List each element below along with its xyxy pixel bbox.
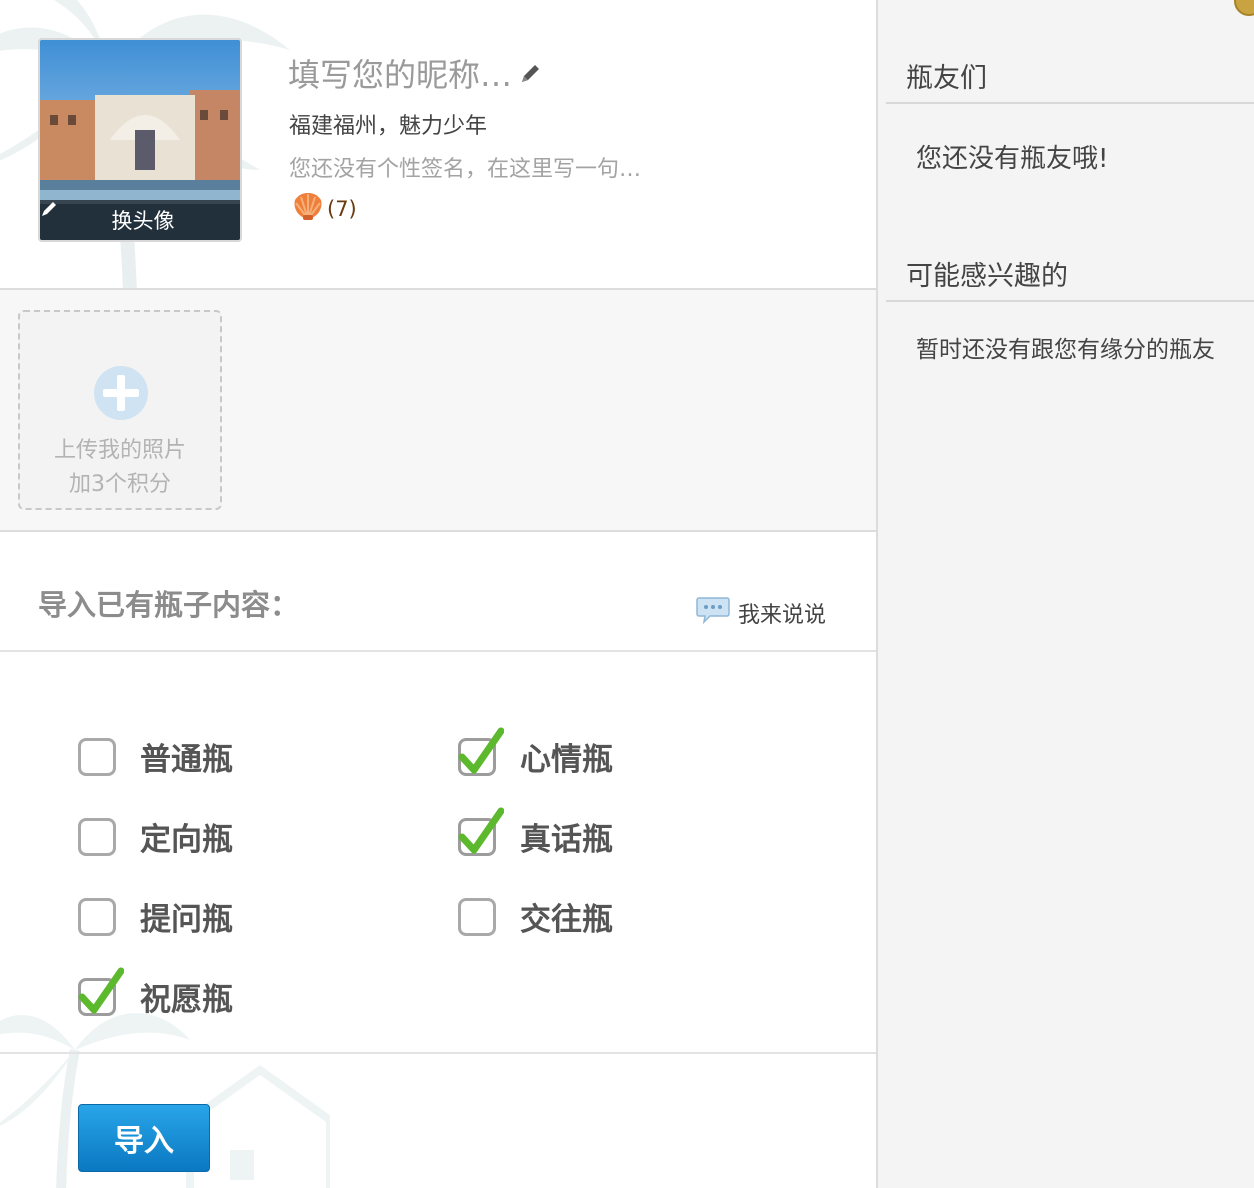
bottle-type-options: 普通瓶 心情瓶 定向瓶 真话瓶 提问瓶 交往瓶 祝愿瓶	[0, 652, 876, 1054]
shell-count[interactable]: (7)	[291, 191, 357, 226]
interest-empty-text: 暂时还没有跟您有缘分的瓶友	[916, 337, 1215, 363]
option-label: 普通瓶	[140, 742, 233, 778]
plus-icon	[94, 366, 148, 420]
checkmark-icon	[458, 807, 504, 853]
upload-points-label: 加3个积分	[69, 472, 171, 497]
pencil-icon	[520, 54, 542, 92]
interest-heading: 可能感兴趣的	[886, 254, 1254, 302]
option-label: 真话瓶	[520, 822, 613, 858]
option-dingxiang[interactable]: 定向瓶	[78, 814, 233, 859]
shell-count-text: (7)	[327, 196, 357, 221]
upload-photo-button[interactable]: 上传我的照片 加3个积分	[18, 310, 222, 510]
option-jiaowang[interactable]: 交往瓶	[458, 894, 613, 939]
option-tiwen[interactable]: 提问瓶	[78, 894, 233, 939]
option-label: 定向瓶	[140, 822, 233, 858]
main-panel: 换头像 填写您的昵称… 福建福州，魅力少年 您还没有个性签名，在这里写一句… (…	[0, 0, 876, 1188]
checkmark-icon	[78, 967, 124, 1013]
checkbox[interactable]	[458, 897, 496, 936]
change-avatar-label: 换头像	[111, 209, 175, 233]
option-label: 提问瓶	[140, 902, 233, 938]
avatar[interactable]: 换头像	[38, 38, 242, 242]
nickname-edit[interactable]: 填写您的昵称…	[288, 50, 542, 96]
option-putong[interactable]: 普通瓶	[78, 734, 233, 779]
checkbox[interactable]	[78, 967, 124, 1016]
speech-bubble-icon	[696, 596, 730, 630]
checkbox[interactable]	[458, 727, 504, 776]
option-label: 祝愿瓶	[140, 982, 233, 1018]
option-xinqing[interactable]: 心情瓶	[458, 727, 613, 779]
checkbox[interactable]	[458, 807, 504, 856]
checkbox[interactable]	[78, 737, 116, 776]
option-zhuyuan[interactable]: 祝愿瓶	[78, 967, 233, 1019]
friends-heading: 瓶友们	[886, 56, 1254, 104]
signature-edit[interactable]: 您还没有个性签名，在这里写一句…	[289, 151, 641, 183]
location-text: 福建福州，魅力少年	[289, 114, 488, 139]
upload-label: 上传我的照片	[53, 438, 186, 463]
corner-badge-icon[interactable]	[1234, 0, 1254, 16]
shell-icon	[291, 191, 325, 226]
import-button[interactable]: 导入	[78, 1104, 210, 1172]
profile-section: 换头像 填写您的昵称… 福建福州，魅力少年 您还没有个性签名，在这里写一句… (…	[0, 0, 876, 290]
speak-label: 我来说说	[738, 603, 827, 628]
checkbox[interactable]	[78, 897, 116, 936]
upload-section: 上传我的照片 加3个积分	[0, 290, 876, 532]
nickname-text: 填写您的昵称…	[288, 56, 513, 94]
friends-empty-text: 您还没有瓶友哦!	[916, 144, 1109, 174]
sidebar: 瓶友们 您还没有瓶友哦! 可能感兴趣的 暂时还没有跟您有缘分的瓶友	[876, 0, 1254, 1188]
change-avatar-button[interactable]: 换头像	[40, 200, 240, 240]
option-label: 交往瓶	[520, 902, 613, 938]
option-zhenhua[interactable]: 真话瓶	[458, 807, 613, 859]
checkbox[interactable]	[78, 817, 116, 856]
import-title: 导入已有瓶子内容：	[38, 588, 300, 622]
checkmark-icon	[458, 727, 504, 773]
speak-link[interactable]: 我来说说	[696, 596, 826, 630]
import-header: 导入已有瓶子内容： 我来说说	[0, 532, 876, 652]
option-label: 心情瓶	[520, 742, 613, 778]
